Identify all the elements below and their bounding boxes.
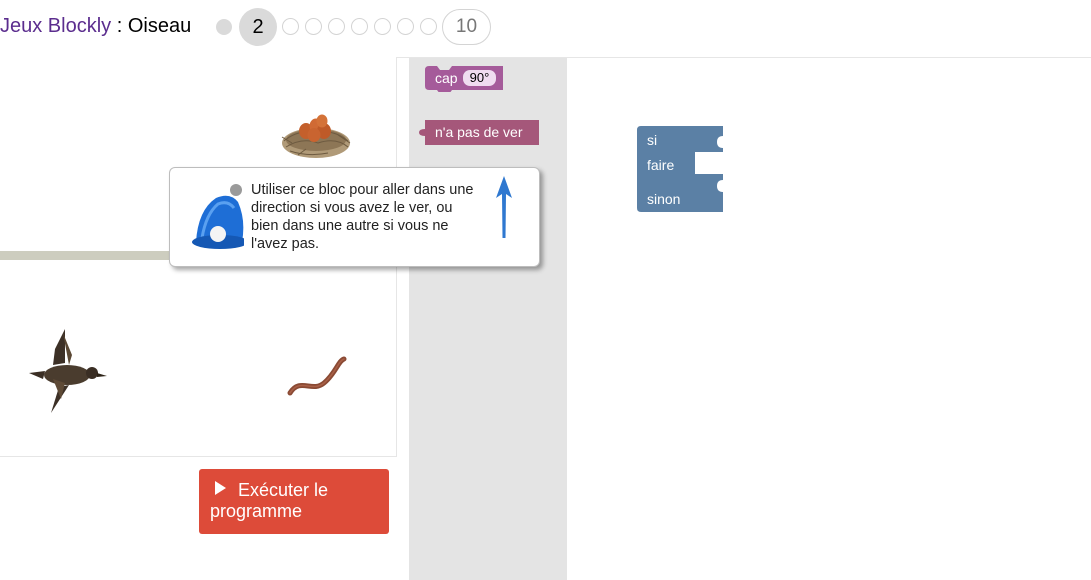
level-4-link[interactable] — [305, 18, 322, 35]
toolbox: cap 90° n'a pas de ver — [409, 58, 567, 580]
heading-block-label: cap — [435, 70, 458, 86]
if-label: si — [647, 132, 658, 148]
help-tooltip: Utiliser ce bloc pour aller dans une dir… — [169, 167, 540, 267]
workspace[interactable]: si faire sinon — [567, 58, 1091, 580]
level-8-link[interactable] — [397, 18, 414, 35]
heading-angle-field[interactable]: 90° — [463, 70, 496, 86]
game-name: Oiseau — [127, 15, 192, 37]
level-3-link[interactable] — [282, 18, 299, 35]
level-1-link[interactable] — [216, 19, 232, 35]
header: Jeux Blockly : Oiseau 2 10 — [0, 0, 1091, 58]
app-home-link[interactable]: Jeux Blockly — [0, 15, 111, 37]
level-current[interactable]: 2 — [239, 8, 277, 46]
play-icon — [215, 481, 226, 495]
do-label: faire — [647, 157, 675, 173]
level-9-link[interactable] — [420, 18, 437, 35]
worm-icon — [287, 356, 347, 396]
level-last-link[interactable]: 10 — [442, 9, 491, 45]
level-6-link[interactable] — [351, 18, 368, 35]
arrow-up-icon — [496, 176, 512, 238]
run-program-button[interactable]: Exécuter le programme — [199, 469, 389, 534]
if-else-block[interactable]: si faire sinon — [637, 126, 725, 221]
no-worm-condition-block[interactable]: n'a pas de ver — [417, 120, 539, 145]
run-button-label: Exécuter le programme — [210, 480, 329, 521]
tooltip-text: Utiliser ce bloc pour aller dans une dir… — [251, 182, 474, 252]
else-label: sinon — [647, 191, 681, 207]
nest-icon — [281, 114, 351, 158]
heading-block[interactable]: cap 90° — [425, 66, 503, 92]
title-separator: : — [111, 15, 128, 37]
bird-icon — [29, 329, 107, 413]
level-5-link[interactable] — [328, 18, 345, 35]
bell-icon — [192, 184, 244, 249]
level-7-link[interactable] — [374, 18, 391, 35]
no-worm-block-label: n'a pas de ver — [435, 124, 523, 140]
page-title: Jeux Blockly : Oiseau — [0, 15, 191, 38]
